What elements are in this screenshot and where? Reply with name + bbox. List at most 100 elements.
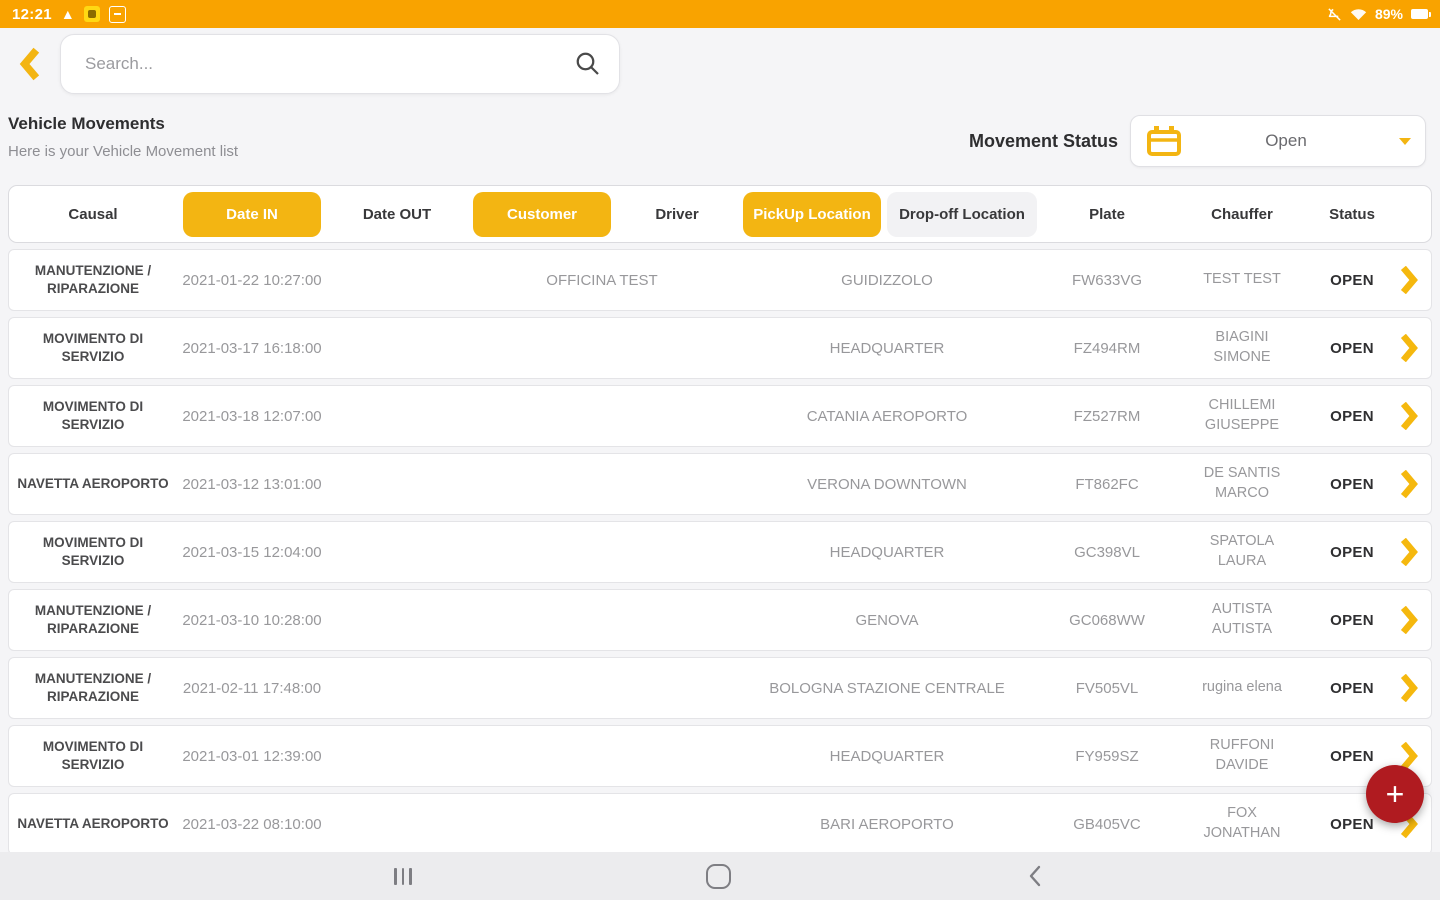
chevron-down-icon xyxy=(1399,138,1411,145)
cell-status: OPEN xyxy=(1307,408,1397,425)
cell-date-in: 2021-03-10 10:28:00 xyxy=(177,612,327,629)
add-movement-fab[interactable]: + xyxy=(1366,765,1424,823)
cell-date-in: 2021-03-18 12:07:00 xyxy=(177,408,327,425)
page-subtitle: Here is your Vehicle Movement list xyxy=(8,143,238,160)
movement-list: MANUTENZIONE / RIPARAZIONE 2021-01-22 10… xyxy=(8,249,1432,855)
status-bar: 12:21 ▲ 89% xyxy=(0,0,1440,28)
battery-percent-text: 89% xyxy=(1375,6,1403,22)
cell-pickup-location: BOLOGNA STAZIONE CENTRALE xyxy=(737,680,1037,697)
header-plate-label: Plate xyxy=(1089,206,1125,223)
movement-status-value: Open xyxy=(1183,131,1389,151)
cell-pickup-location: HEADQUARTER xyxy=(737,340,1037,357)
cell-date-in: 2021-01-22 10:27:00 xyxy=(177,272,327,289)
cell-pickup-location: GUIDIZZOLO xyxy=(737,272,1037,289)
search-icon[interactable] xyxy=(573,49,603,79)
header-date-out[interactable]: Date OUT xyxy=(327,206,467,223)
wifi-icon xyxy=(1350,7,1367,21)
header-causal-label: Causal xyxy=(68,206,117,223)
cell-status: OPEN xyxy=(1307,748,1397,765)
header-status[interactable]: Status xyxy=(1307,206,1397,223)
home-icon xyxy=(706,864,731,889)
cell-causal: MANUTENZIONE / RIPARAZIONE xyxy=(9,670,177,706)
header-pickup-location-label: PickUp Location xyxy=(743,192,881,237)
cell-date-in: 2021-03-17 16:18:00 xyxy=(177,340,327,357)
table-row[interactable]: MOVIMENTO DI SERVIZIO 2021-03-18 12:07:0… xyxy=(8,385,1432,447)
row-chevron-icon[interactable] xyxy=(1397,538,1429,566)
mute-icon xyxy=(1327,7,1342,22)
cell-pickup-location: HEADQUARTER xyxy=(737,748,1037,765)
cell-pickup-location: CATANIA AEROPORTO xyxy=(737,408,1037,425)
header-pickup-location[interactable]: PickUp Location xyxy=(737,192,887,237)
header-chauffer[interactable]: Chauffer xyxy=(1177,206,1307,223)
back-button[interactable] xyxy=(14,44,48,84)
cell-causal: MOVIMENTO DI SERVIZIO xyxy=(9,330,177,366)
table-row[interactable]: MANUTENZIONE / RIPARAZIONE 2021-03-10 10… xyxy=(8,589,1432,651)
cell-chauffer: TEST TEST xyxy=(1177,270,1307,290)
header-customer[interactable]: Customer xyxy=(467,192,617,237)
row-chevron-icon[interactable] xyxy=(1397,334,1429,362)
cell-plate: FZ494RM xyxy=(1037,340,1177,357)
cell-chauffer: rugina elena xyxy=(1177,678,1307,698)
header-dropoff-location-label: Drop-off Location xyxy=(887,192,1037,237)
cell-pickup-location: HEADQUARTER xyxy=(737,544,1037,561)
search-bar xyxy=(60,34,620,94)
back-arrow-icon xyxy=(18,47,44,81)
header-driver[interactable]: Driver xyxy=(617,206,737,223)
row-chevron-icon[interactable] xyxy=(1397,402,1429,430)
cell-status: OPEN xyxy=(1307,340,1397,357)
table-row[interactable]: MANUTENZIONE / RIPARAZIONE 2021-02-11 17… xyxy=(8,657,1432,719)
calendar-icon xyxy=(1145,124,1183,158)
cell-date-in: 2021-03-12 13:01:00 xyxy=(177,476,327,493)
table-row[interactable]: MANUTENZIONE / RIPARAZIONE 2021-01-22 10… xyxy=(8,249,1432,311)
header-date-in[interactable]: Date IN xyxy=(177,192,327,237)
cell-chauffer: BIAGINI SIMONE xyxy=(1177,328,1307,367)
table-header: Causal Date IN Date OUT Customer Driver … xyxy=(8,185,1432,243)
table-row[interactable]: MOVIMENTO DI SERVIZIO 2021-03-17 16:18:0… xyxy=(8,317,1432,379)
notification-app-icon xyxy=(84,6,100,22)
table-row[interactable]: MOVIMENTO DI SERVIZIO 2021-03-15 12:04:0… xyxy=(8,521,1432,583)
cell-status: OPEN xyxy=(1307,544,1397,561)
row-chevron-icon[interactable] xyxy=(1397,674,1429,702)
notification-sim-icon xyxy=(109,6,126,23)
cell-date-in: 2021-03-01 12:39:00 xyxy=(177,748,327,765)
recents-button[interactable] xyxy=(375,852,431,900)
cell-chauffer: AUTISTA AUTISTA xyxy=(1177,600,1307,639)
cell-chauffer: FOX JONATHAN xyxy=(1177,804,1307,843)
header-driver-label: Driver xyxy=(655,206,698,223)
row-chevron-icon[interactable] xyxy=(1397,606,1429,634)
header-dropoff-location[interactable]: Drop-off Location xyxy=(887,192,1037,237)
row-chevron-icon[interactable] xyxy=(1397,470,1429,498)
cell-causal: MANUTENZIONE / RIPARAZIONE xyxy=(9,262,177,298)
cell-status: OPEN xyxy=(1307,612,1397,629)
home-button[interactable] xyxy=(690,852,746,900)
header-plate[interactable]: Plate xyxy=(1037,206,1177,223)
cell-plate: FW633VG xyxy=(1037,272,1177,289)
search-input[interactable] xyxy=(83,53,573,75)
row-chevron-icon[interactable] xyxy=(1397,266,1429,294)
table-row[interactable]: NAVETTA AEROPORTO 2021-03-22 08:10:00 BA… xyxy=(8,793,1432,855)
cell-causal: MOVIMENTO DI SERVIZIO xyxy=(9,738,177,774)
cell-causal: NAVETTA AEROPORTO xyxy=(9,815,177,833)
cell-pickup-location: BARI AEROPORTO xyxy=(737,816,1037,833)
header-causal[interactable]: Causal xyxy=(9,206,177,223)
plus-icon: + xyxy=(1386,778,1405,810)
cell-customer: OFFICINA TEST xyxy=(467,272,737,289)
cell-pickup-location: VERONA DOWNTOWN xyxy=(737,476,1037,493)
nav-back-button[interactable] xyxy=(1007,852,1063,900)
table-row[interactable]: MOVIMENTO DI SERVIZIO 2021-03-01 12:39:0… xyxy=(8,725,1432,787)
cell-causal: MANUTENZIONE / RIPARAZIONE xyxy=(9,602,177,638)
cell-plate: GC398VL xyxy=(1037,544,1177,561)
movement-status-dropdown[interactable]: Open xyxy=(1130,115,1426,167)
cell-plate: FV505VL xyxy=(1037,680,1177,697)
cell-chauffer: DE SANTIS MARCO xyxy=(1177,464,1307,503)
cell-pickup-location: GENOVA xyxy=(737,612,1037,629)
clock-text: 12:21 xyxy=(12,6,52,23)
table-row[interactable]: NAVETTA AEROPORTO 2021-03-12 13:01:00 VE… xyxy=(8,453,1432,515)
cell-date-in: 2021-02-11 17:48:00 xyxy=(177,680,327,697)
battery-icon xyxy=(1411,9,1428,19)
cell-plate: FY959SZ xyxy=(1037,748,1177,765)
cell-chauffer: SPATOLA LAURA xyxy=(1177,532,1307,571)
header-customer-label: Customer xyxy=(473,192,611,237)
cell-plate: GB405VC xyxy=(1037,816,1177,833)
header-date-in-label: Date IN xyxy=(183,192,321,237)
